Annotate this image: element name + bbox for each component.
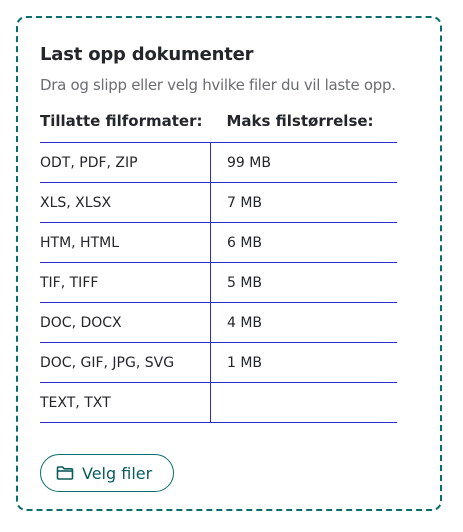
table-row: DOC, GIF, JPG, SVG 1 MB	[40, 342, 397, 383]
format-cell: HTM, HTML	[40, 222, 211, 263]
format-cell: XLS, XLSX	[40, 182, 211, 223]
table-row: XLS, XLSX 7 MB	[40, 182, 397, 223]
table-row: TIF, TIFF 5 MB	[40, 262, 397, 303]
max-size-cell: 6 MB	[210, 222, 397, 263]
max-size-cell: 7 MB	[210, 182, 397, 223]
upload-instructions: Dra og slipp eller velg hvilke filer du …	[40, 76, 396, 94]
format-cell: TEXT, TXT	[40, 382, 211, 423]
max-size-cell: 5 MB	[210, 262, 397, 303]
column-header-formats: Tillatte filformater:	[40, 112, 211, 143]
max-size-cell: 4 MB	[210, 302, 397, 343]
table-row: HTM, HTML 6 MB	[40, 222, 397, 263]
choose-files-button[interactable]: Velg filer	[40, 454, 174, 492]
table-row: ODT, PDF, ZIP 99 MB	[40, 142, 397, 183]
max-size-cell: 99 MB	[210, 142, 397, 183]
folder-icon	[56, 465, 74, 481]
upload-title: Last opp dokumenter	[40, 44, 254, 65]
file-dropzone[interactable]: Last opp dokumenter Dra og slipp eller v…	[16, 16, 442, 511]
format-cell: TIF, TIFF	[40, 262, 211, 303]
file-formats-table: Tillatte filformater: Maks filstørrelse:…	[40, 112, 397, 423]
table-header-row: Tillatte filformater: Maks filstørrelse:	[40, 112, 397, 143]
format-cell: ODT, PDF, ZIP	[40, 142, 211, 183]
table-row: DOC, DOCX 4 MB	[40, 302, 397, 343]
choose-files-label: Velg filer	[82, 463, 153, 483]
format-cell: DOC, DOCX	[40, 302, 211, 343]
max-size-cell: 1 MB	[210, 342, 397, 383]
table-row: TEXT, TXT	[40, 382, 397, 423]
format-cell: DOC, GIF, JPG, SVG	[40, 342, 211, 383]
column-header-max-size: Maks filstørrelse:	[210, 112, 397, 143]
max-size-cell	[210, 382, 397, 423]
